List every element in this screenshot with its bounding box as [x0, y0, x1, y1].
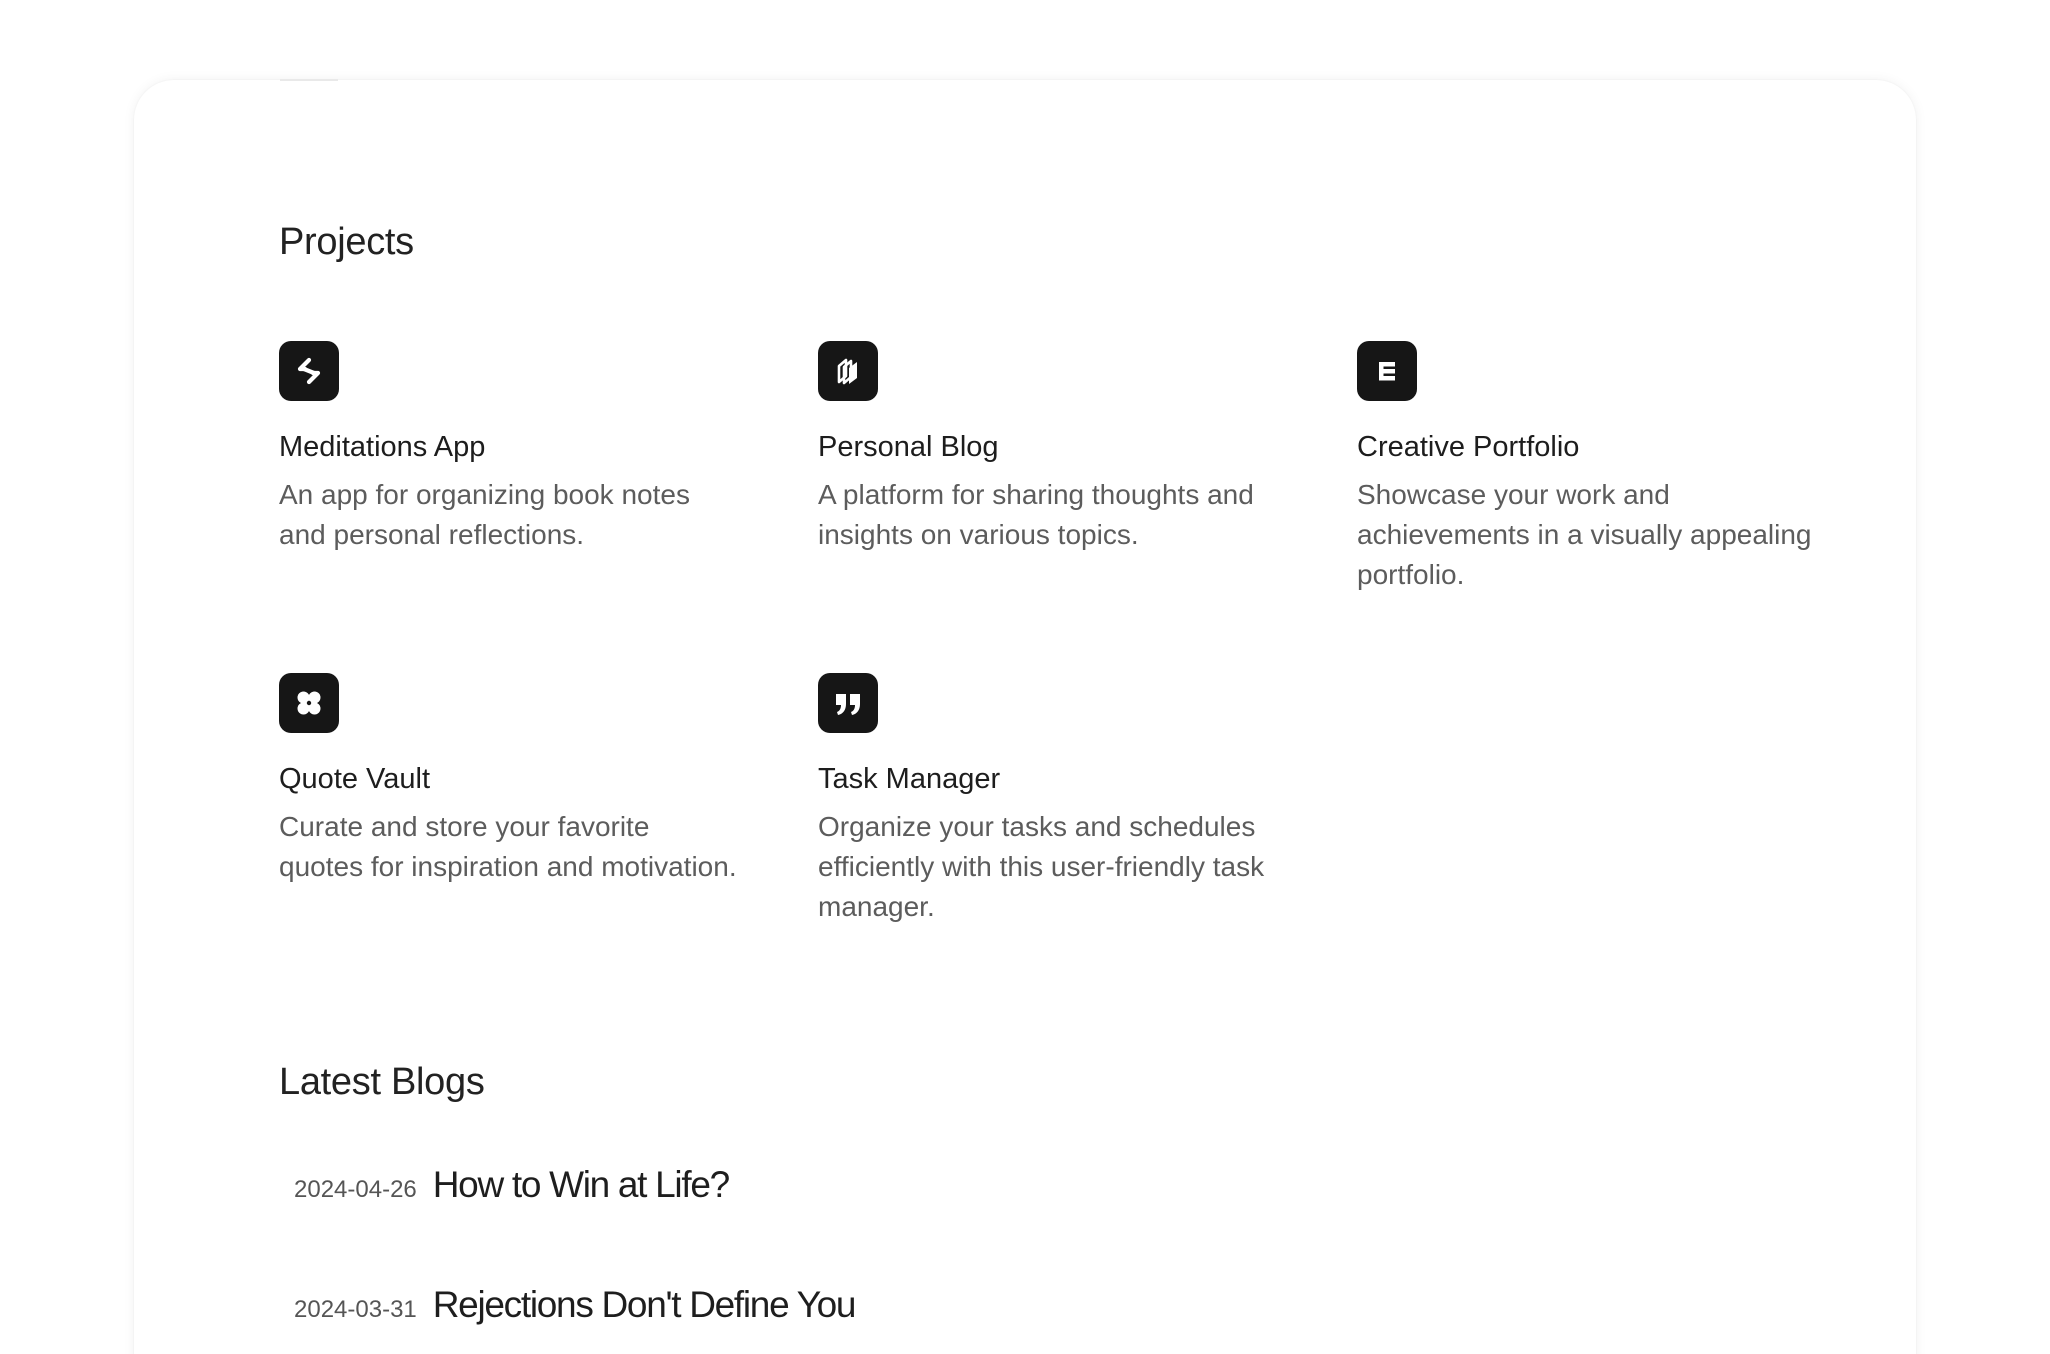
blog-list-item[interactable]: 2024-03-31 Rejections Don't Define You	[294, 1284, 857, 1326]
project-card-quote-vault[interactable]: Quote Vault Curate and store your favori…	[279, 673, 749, 887]
project-name: Task Manager	[818, 763, 1001, 795]
blog-date: 2024-03-31	[294, 1296, 417, 1323]
project-card-task-manager[interactable]: Task Manager Organize your tasks and sch…	[818, 673, 1288, 927]
project-name: Meditations App	[279, 431, 486, 463]
project-description: Organize your tasks and schedules effici…	[818, 811, 1265, 922]
project-name: Personal Blog	[818, 431, 999, 463]
blog-title-link[interactable]: How to Win at Life?	[433, 1164, 730, 1206]
project-description: Curate and store your favorite quotes fo…	[279, 811, 737, 882]
latest-blogs-heading: Latest Blogs	[279, 1061, 485, 1103]
blog-title-link[interactable]: Rejections Don't Define You	[433, 1284, 857, 1326]
stacked-panels-icon	[818, 341, 878, 401]
clipped-header-fragment	[280, 79, 338, 81]
project-name: Quote Vault	[279, 763, 431, 795]
project-description: A platform for sharing thoughts and insi…	[818, 479, 1254, 550]
project-name: Creative Portfolio	[1357, 431, 1580, 463]
project-card-personal-blog[interactable]: Personal Blog A platform for sharing tho…	[818, 341, 1288, 555]
blog-list-item[interactable]: 2024-04-26 How to Win at Life?	[294, 1164, 730, 1206]
projects-heading: Projects	[279, 221, 414, 263]
project-description: An app for organizing book notes and per…	[279, 479, 690, 550]
blog-date: 2024-04-26	[294, 1176, 417, 1203]
arrows-swap-icon	[279, 341, 339, 401]
clover-icon	[279, 673, 339, 733]
quote-marks-icon	[818, 673, 878, 733]
project-description: Showcase your work and achievements in a…	[1357, 479, 1812, 590]
project-card-meditations-app[interactable]: Meditations App An app for organizing bo…	[279, 341, 749, 555]
project-card-creative-portfolio[interactable]: Creative Portfolio Showcase your work an…	[1357, 341, 1827, 595]
letter-e-icon	[1357, 341, 1417, 401]
